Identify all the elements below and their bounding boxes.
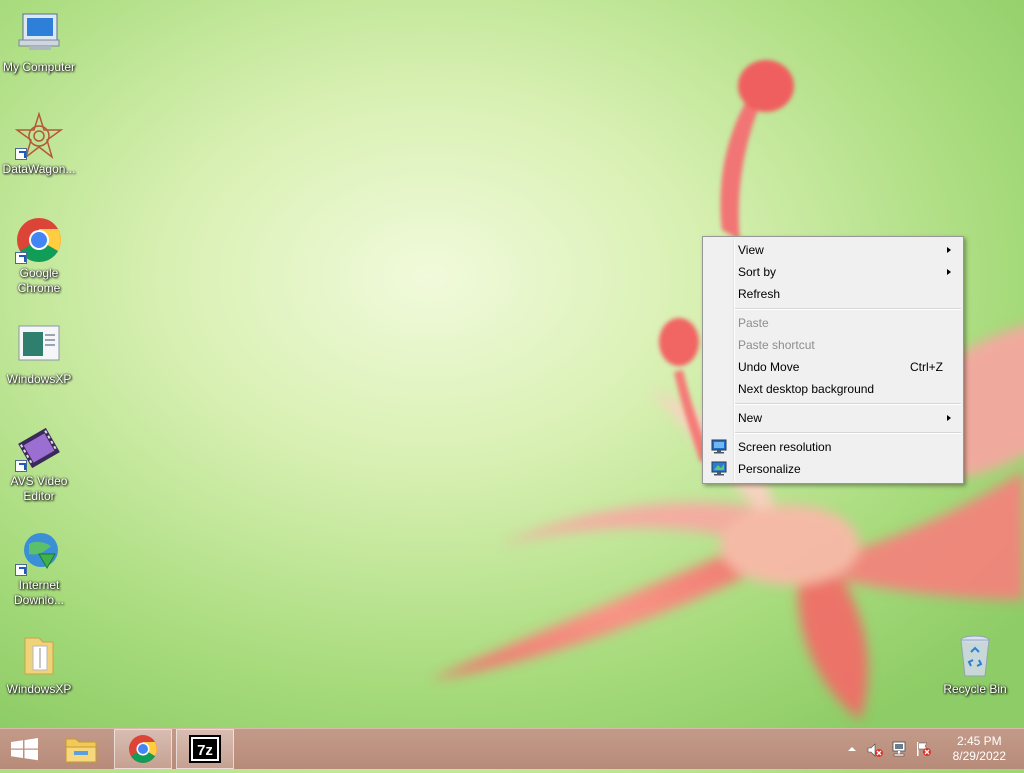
desktop-icon-windowsxp-1[interactable]: WindowsXP [0, 322, 78, 387]
recycle-bin-icon [951, 632, 999, 680]
desktop-icon-internet-download-manager[interactable]: Internet Downlo... [0, 528, 78, 608]
start-button[interactable] [0, 729, 50, 769]
taskbar-file-explorer[interactable] [52, 729, 110, 769]
shortcut-arrow-icon [15, 564, 27, 576]
menu-separator [735, 403, 961, 405]
clock-time: 2:45 PM [956, 734, 1002, 748]
desktop-icon-recycle-bin[interactable]: Recycle Bin [936, 632, 1014, 697]
menu-item-refresh[interactable]: Refresh [705, 283, 961, 305]
monitor-icon [711, 439, 727, 454]
icon-label: Google Chrome [17, 266, 61, 295]
taskbar-7zip[interactable]: 7z [176, 729, 234, 769]
clock-date: 8/29/2022 [952, 749, 1006, 763]
shortcut-text: Ctrl+Z [910, 360, 943, 374]
7zip-icon: 7z [189, 735, 221, 763]
taskbar: 7z 2:45 PM 8/29/2022 [0, 728, 1024, 769]
taskbar-google-chrome[interactable] [114, 729, 172, 769]
folder-icon [15, 632, 63, 680]
icon-label: Recycle Bin [943, 682, 1007, 696]
submenu-arrow-icon [947, 269, 951, 275]
volume-muted-icon [867, 743, 883, 757]
menu-separator [735, 308, 961, 310]
icon-label: WindowsXP [6, 372, 72, 386]
desktop-icon-my-computer[interactable]: My Computer [0, 10, 78, 75]
menu-item-screen-resolution[interactable]: Screen resolution [705, 436, 961, 458]
menu-item-personalize[interactable]: Personalize [705, 458, 961, 480]
chrome-icon [129, 735, 157, 763]
desktop-icon-datawagon[interactable]: DataWagon... [0, 111, 78, 177]
desktop-icon-avs-video-editor[interactable]: AVS Video Editor [0, 424, 78, 504]
menu-item-next-desktop-background[interactable]: Next desktop background [705, 378, 961, 400]
volume-button[interactable] [866, 741, 884, 759]
menu-item-sort-by[interactable]: Sort by [705, 261, 961, 283]
system-tray: 2:45 PM 8/29/2022 [844, 729, 1024, 769]
chrome-icon [15, 216, 63, 264]
menu-separator [735, 432, 961, 434]
desktop-icon-google-chrome[interactable]: Google Chrome [0, 216, 78, 296]
vm-window-icon [15, 322, 63, 370]
desktop-context-menu: View Sort by Refresh Paste Paste shortcu… [702, 236, 964, 484]
shortcut-arrow-icon [15, 252, 27, 264]
menu-item-paste[interactable]: Paste [705, 312, 961, 334]
icon-label: DataWagon... [2, 162, 76, 176]
shortcut-arrow-icon [15, 148, 27, 160]
windows-logo-icon [11, 738, 38, 761]
film-strip-icon [15, 424, 63, 472]
shortcut-arrow-icon [15, 460, 27, 472]
icon-label: WindowsXP [6, 682, 72, 696]
submenu-arrow-icon [947, 247, 951, 253]
menu-item-paste-shortcut[interactable]: Paste shortcut [705, 334, 961, 356]
file-explorer-icon [65, 738, 97, 763]
network-icon [892, 741, 906, 757]
datawagon-icon [14, 111, 64, 160]
menu-item-view[interactable]: View [705, 239, 961, 261]
desktop-icon-windowsxp-2[interactable]: WindowsXP [0, 632, 78, 697]
personalize-icon [711, 461, 727, 476]
submenu-arrow-icon [947, 415, 951, 421]
computer-icon [15, 10, 63, 58]
icon-label: My Computer [2, 60, 76, 74]
menu-item-new[interactable]: New [705, 407, 961, 429]
menu-item-undo-move[interactable]: Undo Move Ctrl+Z [705, 356, 961, 378]
icon-label: AVS Video Editor [10, 474, 68, 503]
globe-download-icon [15, 528, 63, 576]
action-center-button[interactable] [914, 740, 932, 758]
action-center-icon [917, 742, 931, 756]
network-button[interactable] [890, 740, 908, 758]
svg-text:7z: 7z [197, 742, 213, 759]
chevron-up-icon [848, 747, 856, 751]
show-hidden-icons-button[interactable] [844, 741, 860, 757]
icon-label: Internet Downlo... [13, 578, 65, 607]
clock[interactable]: 2:45 PM 8/29/2022 [953, 734, 1006, 764]
